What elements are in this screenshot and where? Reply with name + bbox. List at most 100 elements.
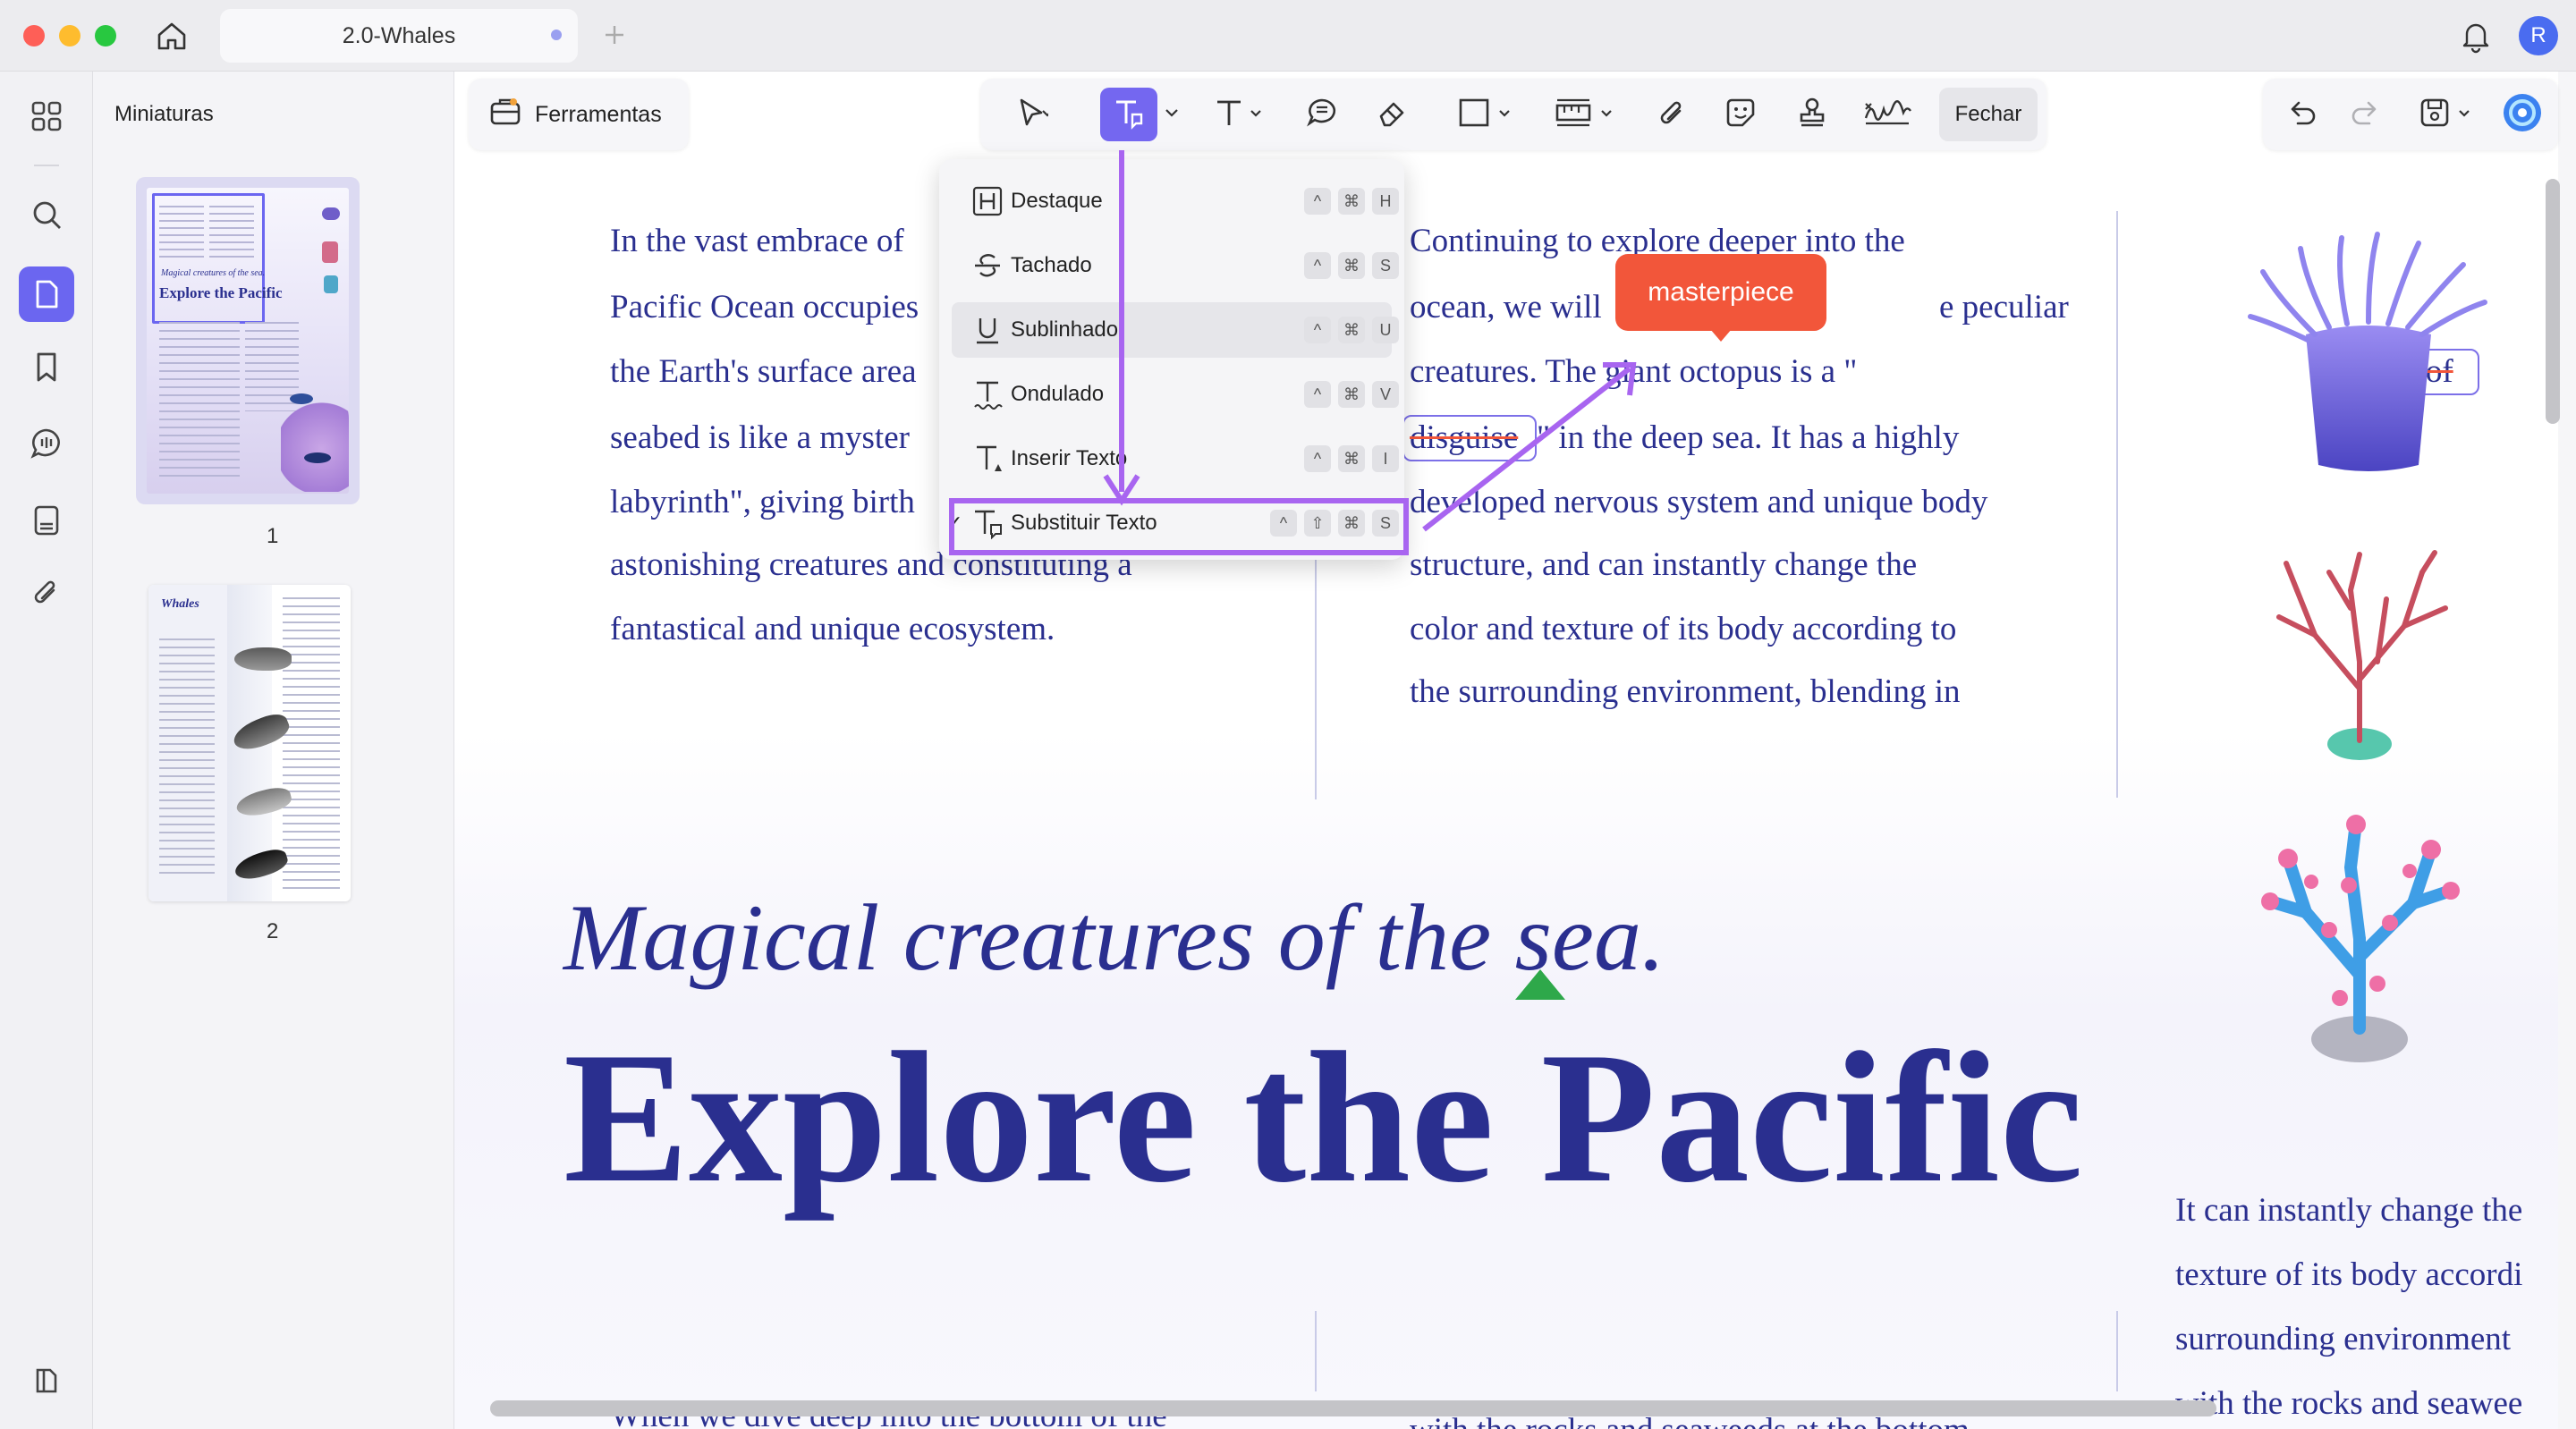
col1-line-3: the Earth's surface area bbox=[610, 353, 917, 390]
col3-line-1: It can instantly change the bbox=[2175, 1192, 2523, 1229]
menu-label-replace-text: Substituir Texto bbox=[1011, 511, 1157, 535]
close-edit-label: Fechar bbox=[1954, 102, 2022, 126]
shortcut-key: ^ bbox=[1270, 510, 1297, 537]
sea-anemone-image bbox=[2243, 218, 2494, 486]
col2-line-6: structure, and can instantly change the bbox=[1410, 546, 1918, 583]
vertical-scrollbar[interactable] bbox=[2546, 179, 2560, 424]
document-canvas: In the vast embrace of Pacific Ocean occ… bbox=[454, 72, 2558, 1429]
title-bar: 2.0-Whales R bbox=[0, 0, 2576, 72]
tab-title: 2.0-Whales bbox=[342, 22, 456, 48]
page-thumbnail-1[interactable]: Magical creatures of the sea. Explore th… bbox=[136, 177, 360, 504]
grid-icon[interactable] bbox=[25, 95, 68, 138]
text-icon bbox=[1212, 95, 1266, 135]
shortcut-key: ⌘ bbox=[1338, 510, 1365, 537]
unsaved-dot-icon bbox=[551, 30, 562, 40]
ai-assistant-button[interactable] bbox=[2497, 88, 2547, 141]
col3-line-2: texture of its body accordi bbox=[2175, 1256, 2523, 1293]
save-menu-button[interactable] bbox=[2406, 88, 2487, 141]
page-thumbnail-2[interactable]: Whales bbox=[148, 585, 351, 901]
menu-item-squiggly[interactable]: Ondulado ^ ⌘ V bbox=[952, 367, 1399, 422]
shortcut-key: ⌘ bbox=[1338, 381, 1365, 408]
menu-item-strikethrough[interactable]: Tachado ^ ⌘ S bbox=[952, 238, 1399, 293]
menu-label-underline: Sublinhado bbox=[1011, 317, 1119, 342]
squiggly-icon bbox=[971, 378, 1004, 410]
attachment-icon[interactable] bbox=[25, 572, 68, 615]
stamp-icon bbox=[1794, 95, 1830, 135]
eraser-tool-button[interactable] bbox=[1363, 88, 1420, 141]
insert-text-icon bbox=[971, 443, 1004, 475]
close-edit-button[interactable]: Fechar bbox=[1939, 88, 2038, 141]
attachment-icon bbox=[1653, 95, 1689, 135]
thumbnails-page-icon[interactable] bbox=[19, 266, 74, 322]
text-markup-menu: Destaque ^ ⌘ H Tachado ^ ⌘ S Sublinhado … bbox=[939, 159, 1404, 560]
home-icon[interactable] bbox=[154, 18, 190, 54]
menu-item-highlight[interactable]: Destaque ^ ⌘ H bbox=[952, 173, 1399, 229]
text-tool-button[interactable] bbox=[1199, 88, 1279, 141]
underline-icon bbox=[971, 314, 1004, 346]
signature-tool-button[interactable] bbox=[1853, 88, 1921, 141]
close-window-button[interactable] bbox=[23, 25, 45, 47]
col2-line-4: " in the deep sea. It has a highly bbox=[1537, 419, 1960, 456]
menu-label-insert-text: Inserir Texto bbox=[1011, 446, 1128, 470]
save-icon bbox=[2417, 95, 2476, 135]
text-markup-dropdown[interactable] bbox=[1157, 88, 1186, 141]
cursor-icon bbox=[1013, 95, 1053, 135]
shortcut-key: ⌘ bbox=[1338, 252, 1365, 279]
menu-item-underline[interactable]: Sublinhado ^ ⌘ U bbox=[952, 302, 1399, 358]
minimize-window-button[interactable] bbox=[59, 25, 80, 47]
shortcut-key: V bbox=[1372, 381, 1399, 408]
app-window: 2.0-Whales R Miniaturas Magical creature… bbox=[0, 0, 2576, 1429]
menu-label-squiggly: Ondulado bbox=[1011, 382, 1105, 406]
shape-tool-button[interactable] bbox=[1442, 88, 1528, 141]
search-icon[interactable] bbox=[25, 193, 68, 236]
sidebar-toggle-icon[interactable] bbox=[25, 1359, 68, 1402]
signature-icon bbox=[1862, 95, 1912, 135]
menu-label-strikethrough: Tachado bbox=[1011, 253, 1092, 277]
document-tab[interactable]: 2.0-Whales bbox=[220, 9, 578, 63]
chevron-down-icon bbox=[1164, 105, 1180, 125]
cursor-tool-button[interactable] bbox=[995, 88, 1066, 141]
undo-button[interactable] bbox=[2274, 88, 2329, 141]
replacement-text: masterpiece bbox=[1648, 277, 1794, 307]
shortcut-key: S bbox=[1372, 252, 1399, 279]
comment-icon bbox=[1304, 95, 1340, 135]
new-tab-icon[interactable] bbox=[601, 21, 628, 48]
shortcut-key: ⌘ bbox=[1338, 317, 1365, 343]
menu-label-highlight: Destaque bbox=[1011, 189, 1103, 213]
col1-line-1: In the vast embrace of bbox=[610, 223, 904, 259]
bookmark-icon[interactable] bbox=[25, 345, 68, 388]
col2-line-3: creatures. The giant octopus is a " bbox=[1410, 353, 1858, 390]
redo-button[interactable] bbox=[2338, 88, 2394, 141]
measure-tool-button[interactable] bbox=[1540, 88, 1630, 141]
left-rail bbox=[0, 72, 93, 1429]
sticker-icon bbox=[1723, 95, 1758, 135]
text-markup-tool-button[interactable] bbox=[1100, 88, 1157, 141]
menu-item-insert-text[interactable]: Inserir Texto ^ ⌘ I bbox=[952, 431, 1399, 486]
menu-item-replace-text[interactable]: ✓ Substituir Texto ^ ⇧ ⌘ S bbox=[946, 495, 1399, 551]
horizontal-scrollbar[interactable] bbox=[490, 1400, 2216, 1416]
avatar[interactable]: R bbox=[2519, 16, 2558, 55]
bell-icon[interactable] bbox=[2458, 18, 2494, 54]
replacement-text-tooltip[interactable]: masterpiece bbox=[1615, 254, 1826, 342]
comment-tool-button[interactable] bbox=[1293, 88, 1351, 141]
sticker-tool-button[interactable] bbox=[1712, 88, 1769, 141]
col1-line-2: Pacific Ocean occupies bbox=[610, 289, 919, 326]
col2-line-7: color and texture of its body according … bbox=[1410, 611, 1957, 647]
toolbox-icon bbox=[488, 95, 522, 135]
rectangle-icon bbox=[1455, 95, 1514, 135]
shortcut-key: ^ bbox=[1304, 252, 1331, 279]
tools-label: Ferramentas bbox=[535, 101, 662, 127]
comments-icon[interactable] bbox=[25, 422, 68, 465]
shortcut-key: S bbox=[1372, 510, 1399, 537]
right-toolbar bbox=[2263, 79, 2558, 150]
col2-line-5: developed nervous system and unique body bbox=[1410, 484, 1988, 520]
thumbnail-pane-title: Miniaturas bbox=[114, 102, 214, 126]
form-icon[interactable] bbox=[25, 499, 68, 542]
attach-tool-button[interactable] bbox=[1642, 88, 1699, 141]
tools-button[interactable]: Ferramentas bbox=[469, 79, 689, 150]
zoom-window-button[interactable] bbox=[95, 25, 116, 47]
stamp-tool-button[interactable] bbox=[1784, 88, 1841, 141]
replace-selection-box-2 bbox=[1402, 415, 1537, 461]
highlight-icon bbox=[971, 185, 1004, 217]
blue-coral-image bbox=[2243, 805, 2476, 1073]
